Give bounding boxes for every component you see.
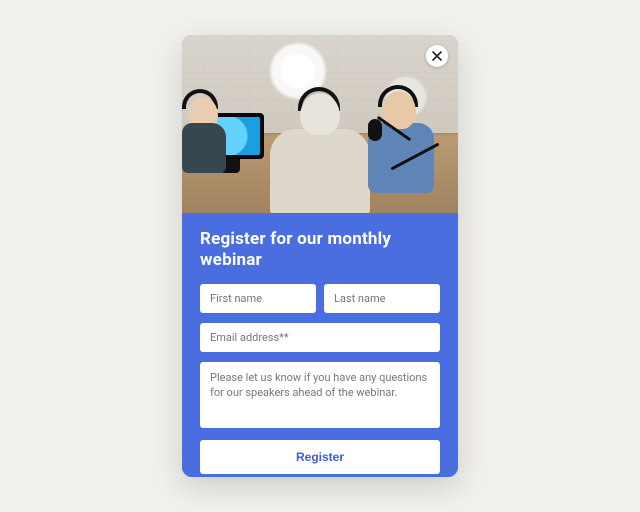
- email-input[interactable]: [200, 323, 440, 352]
- register-button[interactable]: Register: [200, 440, 440, 474]
- registration-modal: Register for our monthly webinar Registe…: [182, 35, 458, 477]
- hero-image: [182, 35, 458, 213]
- modal-title: Register for our monthly webinar: [200, 229, 440, 272]
- message-textarea[interactable]: [200, 362, 440, 428]
- last-name-input[interactable]: [324, 284, 440, 313]
- first-name-input[interactable]: [200, 284, 316, 313]
- form-panel: Register for our monthly webinar Registe…: [182, 213, 458, 477]
- close-icon: [432, 51, 442, 61]
- close-button[interactable]: [426, 45, 448, 67]
- name-row: [200, 284, 440, 313]
